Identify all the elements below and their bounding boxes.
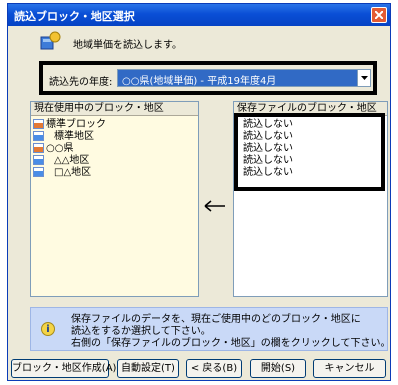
header-message: 地域単価を読込します。: [73, 40, 182, 51]
block-icon: [33, 119, 44, 129]
tree-item[interactable]: 標準地区: [33, 131, 94, 142]
info-text-line: 読込をするか選択して下さい。: [71, 326, 211, 337]
year-label: 読込先の年度:: [49, 77, 113, 88]
year-dropdown-value: ○○県(地域単価) - 平成19年度4月: [122, 76, 277, 87]
year-selector-frame: 読込先の年度: ○○県(地域単価) - 平成19年度4月: [39, 61, 377, 95]
left-arrow-icon: [204, 200, 225, 212]
dialog-window: 読込ブロック・地区選択 地域単価を読込します。 読込先の年度: ○○県(地域単価…: [7, 3, 391, 381]
auto-setup-button[interactable]: 自動設定(T): [117, 359, 179, 378]
block-icon: [33, 143, 44, 153]
info-text-line: 保存ファイルのデータを、現在ご使用中のどのブロック・地区に: [71, 314, 361, 325]
district-icon: [33, 155, 44, 165]
current-block-panel: 現在使用中のブロック・地区 標準ブロック 標準地区 ○○県 △△地区 □△地区: [30, 101, 199, 297]
list-item[interactable]: 読込しない: [243, 119, 293, 130]
tree-item[interactable]: 標準ブロック: [33, 119, 106, 130]
start-button[interactable]: 開始(S): [250, 359, 306, 378]
info-panel: i 保存ファイルのデータを、現在ご使用中のどのブロック・地区に 読込をするか選択…: [30, 307, 391, 351]
list-item[interactable]: 読込しない: [243, 167, 293, 178]
database-icon: [39, 31, 61, 51]
close-icon: [375, 11, 383, 19]
tree-item[interactable]: ○○県: [33, 143, 73, 154]
cancel-button[interactable]: キャンセル: [313, 359, 386, 378]
create-block-button[interactable]: ブロック・地区作成(A)...: [11, 359, 126, 378]
tree-item[interactable]: △△地区: [33, 155, 89, 166]
chevron-down-icon: [361, 76, 368, 80]
saved-file-selection-list: 読込しない 読込しない 読込しない 読込しない 読込しない: [234, 113, 385, 191]
info-icon: i: [41, 322, 55, 336]
district-icon: [33, 167, 44, 177]
title-bar: 読込ブロック・地区選択: [8, 4, 390, 26]
close-button[interactable]: [371, 7, 387, 23]
year-dropdown[interactable]: ○○県(地域単価) - 平成19年度4月: [117, 69, 371, 87]
list-item[interactable]: 読込しない: [243, 131, 293, 142]
list-item[interactable]: 読込しない: [243, 155, 293, 166]
district-icon: [33, 131, 44, 141]
tree-item[interactable]: □△地区: [33, 167, 91, 178]
dropdown-arrow-button[interactable]: [357, 70, 370, 86]
window-title: 読込ブロック・地区選択: [14, 10, 135, 23]
current-block-header: 現在使用中のブロック・地区: [31, 102, 198, 116]
back-button[interactable]: < 戻る(B): [186, 359, 242, 378]
info-text-line: 右側の「保存ファイルのブロック・地区」の欄をクリックして下さい。: [71, 338, 391, 349]
list-item[interactable]: 読込しない: [243, 143, 293, 154]
